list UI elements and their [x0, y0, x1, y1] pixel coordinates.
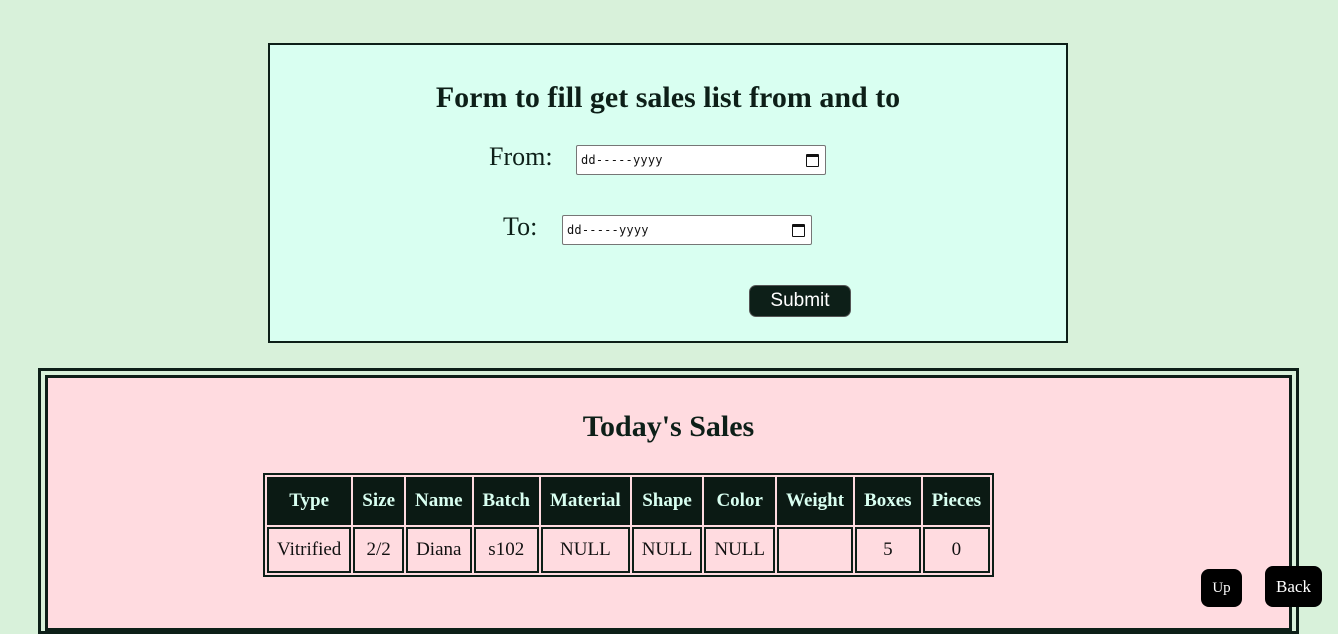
- sales-table: Type Size Name Batch Material Shape Color Weigh…: [263, 473, 995, 577]
- sales-range-form: Form to fill get sales list from and to …: [268, 43, 1068, 343]
- column-header-material: Material: [541, 477, 630, 525]
- cell-shape: NULL: [631, 527, 703, 573]
- from-date-placeholder: dd-----yyyy: [581, 153, 663, 167]
- from-label: From:: [489, 142, 553, 171]
- column-header-pieces: Pieces: [922, 477, 991, 525]
- cell-batch: s102: [473, 527, 539, 573]
- column-header-weight: Weight: [777, 477, 854, 525]
- column-header-type: Type: [267, 477, 352, 525]
- cell-boxes: 5: [855, 527, 921, 573]
- column-header-boxes: Boxes: [855, 477, 921, 525]
- cell-pieces: 0: [922, 527, 991, 573]
- up-button[interactable]: Up: [1201, 569, 1242, 607]
- column-header-shape: Shape: [631, 477, 703, 525]
- column-header-size: Size: [353, 477, 405, 525]
- table-row: Vitrified 2/2 Diana s102 NULL NULL NULL 5 0: [267, 527, 991, 573]
- to-label: To:: [503, 212, 538, 241]
- cell-type: Vitrified: [267, 527, 352, 573]
- cell-weight: [777, 527, 854, 573]
- calendar-icon[interactable]: [792, 223, 805, 237]
- submit-button[interactable]: Submit: [749, 285, 851, 317]
- cell-size: 2/2: [353, 527, 405, 573]
- calendar-icon[interactable]: [806, 153, 819, 167]
- cell-name: Diana: [406, 527, 472, 573]
- column-header-batch: Batch: [473, 477, 539, 525]
- cell-material: NULL: [541, 527, 630, 573]
- sales-title: Today's Sales: [582, 410, 755, 443]
- table-header-row: Type Size Name Batch Material Shape Color Weigh…: [267, 477, 991, 525]
- back-button[interactable]: Back: [1265, 566, 1322, 607]
- sales-panel: Today's Sales Type Size Name Batch Material S…: [45, 375, 1292, 631]
- cell-color: NULL: [704, 527, 775, 573]
- form-title: Form to fill get sales list from and to: [435, 81, 901, 114]
- table-body: Vitrified 2/2 Diana s102 NULL NULL NULL 5 0: [267, 527, 991, 573]
- to-date-input[interactable]: dd-----yyyy: [562, 215, 812, 245]
- column-header-name: Name: [406, 477, 472, 525]
- from-date-input[interactable]: dd-----yyyy: [576, 145, 826, 175]
- sales-section: Today's Sales Type Size Name Batch Material S…: [38, 368, 1299, 634]
- column-header-color: Color: [704, 477, 775, 525]
- to-date-placeholder: dd-----yyyy: [567, 223, 649, 237]
